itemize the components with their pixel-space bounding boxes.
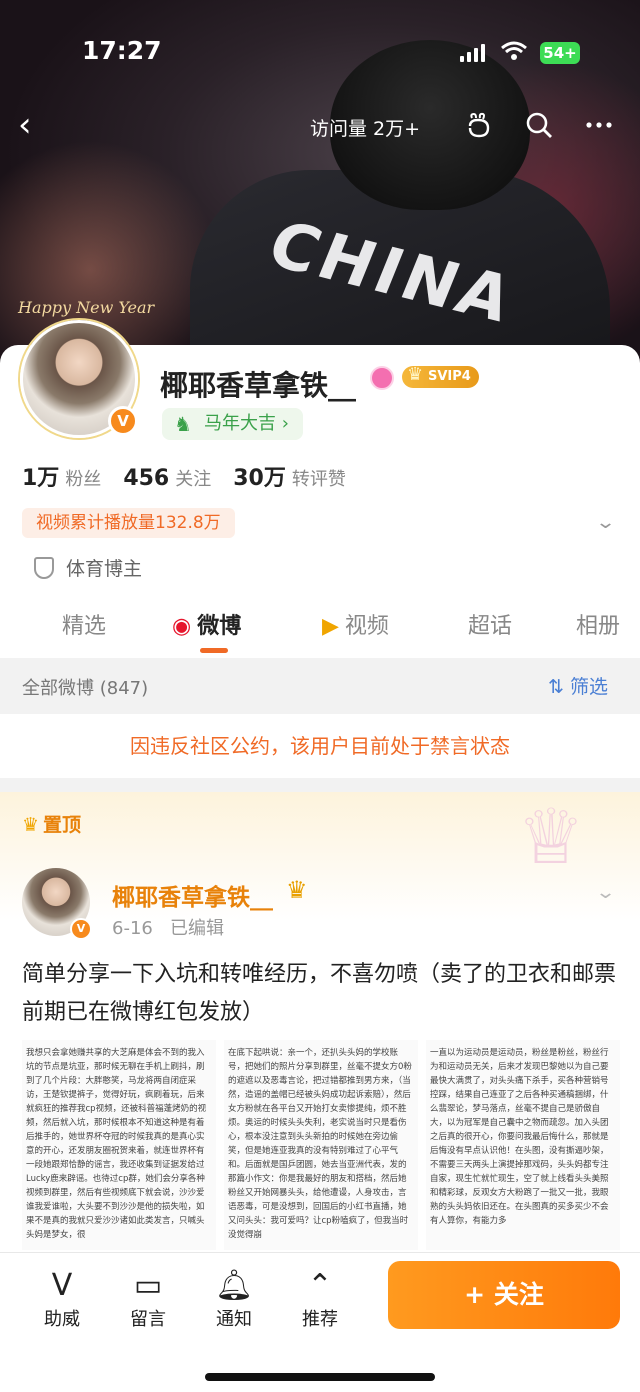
post-text[interactable]: 简单分享一下入坑和转唯经历，不喜勿喷（卖了的卫衣和邮票前期已在微博红包发放） (22, 956, 622, 1032)
weibo-logo-icon: ◉ (172, 614, 192, 639)
post-image[interactable]: 在底下起哄说：亲一个，还扒头头妈的学校账号，把她们的照片分享到群里，丝毫不提女方… (224, 1040, 418, 1250)
profile-tabs: 精选 ◉ 微博 ▶ 视频 超话 相册 (0, 600, 640, 656)
play-count-badge: 视频累计播放量132.8万 (22, 508, 235, 538)
profile-tag[interactable]: ♞ 马年大吉 › (162, 408, 303, 440)
bell-icon: 🔔︎ (214, 1268, 254, 1303)
member-crown-icon: ♛ (286, 876, 308, 904)
notify-button[interactable]: 🔔︎ 通知 (204, 1267, 264, 1331)
verified-badge-icon: V (108, 406, 138, 436)
verified-badge-icon: V (70, 918, 92, 940)
filter-button[interactable]: ⇅ 筛选 (548, 672, 608, 699)
horse-icon: ♞ (174, 412, 192, 436)
post-image[interactable]: 我想只会拿她赚共享的大芝麻是体会不到的我入坑的节点是坑亚，那时候无聊在手机上刷抖… (22, 1040, 216, 1250)
divider (0, 778, 640, 792)
status-time: 17:27 (82, 36, 162, 65)
tab-video[interactable]: ▶ 视频 (322, 608, 389, 640)
comment-icon: ▭ (133, 1268, 163, 1303)
more-icon[interactable] (584, 110, 614, 140)
back-arrow-icon[interactable]: ‹ (18, 108, 32, 142)
ban-notice: 因违反社区公约，该用户目前处于禁言状态 (0, 714, 640, 778)
cellular-signal-icon (460, 44, 485, 62)
category-label: 体育博主 (66, 558, 143, 580)
feed-header: 全部微博 (847) ⇅ 筛选 (0, 658, 640, 714)
follow-button[interactable]: + 关注 (388, 1261, 620, 1329)
post-menu-chevron-icon[interactable]: ⌄ (595, 882, 616, 903)
svip-badge[interactable]: SVIP4 (402, 364, 479, 388)
recommend-button[interactable]: ⌃ 推荐 (290, 1267, 350, 1331)
active-tab-indicator (200, 648, 228, 653)
profile-stats: 1万 粉丝 456 关注 30万 转评赞 (22, 460, 346, 492)
profile-tag-label: 马年大吉 (204, 413, 276, 434)
all-posts-label[interactable]: 全部微博 (847) (22, 674, 148, 700)
crown-icon: ♛ (22, 814, 40, 836)
tab-album[interactable]: 相册 (576, 608, 620, 640)
home-indicator (205, 1373, 435, 1381)
stat-following[interactable]: 456 关注 (123, 465, 211, 491)
stat-fans[interactable]: 1万 粉丝 (22, 460, 101, 492)
status-bar: 17:27 54+ (0, 34, 640, 74)
banner-greeting: Happy New Year (18, 298, 155, 317)
post-images: 我想只会拿她赚共享的大芝麻是体会不到的我入坑的节点是坑亚，那时候无聊在手机上刷抖… (22, 1040, 620, 1250)
post-author[interactable]: 椰耶香草拿铁__ (112, 878, 273, 912)
expand-chevron-icon[interactable]: ⌄ (595, 512, 616, 533)
tab-weibo[interactable]: ◉ 微博 (172, 608, 241, 640)
tab-featured[interactable]: 精选 (62, 608, 106, 640)
pinned-label: ♛ 置顶 (22, 814, 82, 836)
decorative-crown-icon: ♕ (516, 792, 586, 881)
post-meta: 6-16 已编辑 (112, 918, 225, 939)
recommend-icon: ⌃ (307, 1268, 333, 1303)
nav-bar: ‹ 访问量 2万+ (0, 104, 640, 148)
visit-count: 访问量 2万+ (310, 118, 421, 140)
video-icon: ▶ (322, 614, 339, 639)
bottom-action-bar: V 助威 ▭ 留言 🔔︎ 通知 ⌃ 推荐 + 关注 (0, 1252, 640, 1392)
wifi-icon (501, 41, 527, 60)
tab-supertopic[interactable]: 超话 (468, 608, 512, 640)
shield-icon (34, 556, 54, 579)
pinned-post[interactable]: ♛ 置顶 ♕ V 椰耶香草拿铁__ ♛ 6-16 已编辑 ⌄ 简单分享一下入坑和转… (0, 792, 640, 1252)
pink-badge-icon[interactable] (370, 366, 394, 390)
cheer-icon: V (51, 1268, 73, 1303)
profile-name: 椰耶香草拿铁__ (160, 369, 357, 402)
category-row: 体育博主 (34, 554, 142, 581)
search-icon[interactable] (524, 110, 554, 140)
comment-button[interactable]: ▭ 留言 (118, 1267, 178, 1331)
cheer-button[interactable]: V 助威 (32, 1267, 92, 1331)
emoji-icon[interactable] (464, 110, 494, 140)
filter-icon: ⇅ (548, 676, 570, 698)
stat-interactions[interactable]: 30万 转评赞 (233, 460, 346, 492)
battery-indicator: 54+ (540, 42, 580, 64)
post-image[interactable]: 一直以为运动员是运动员，粉丝是粉丝，粉丝行为和运动员无关，后来才发现巴黎她以为自… (426, 1040, 620, 1250)
